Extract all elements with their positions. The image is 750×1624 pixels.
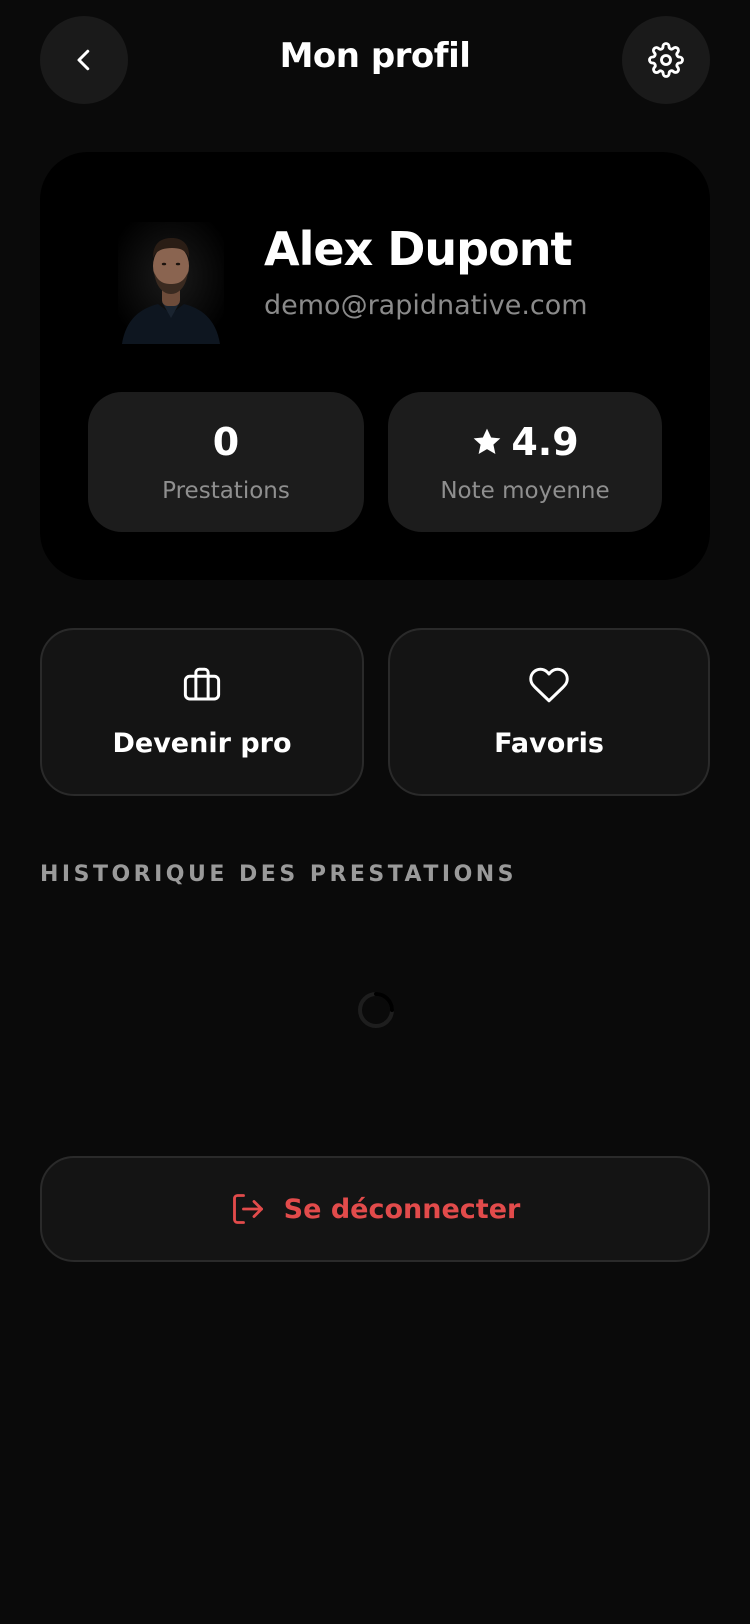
become-pro-label: Devenir pro [112,728,292,759]
favorites-button[interactable]: Favoris [388,628,710,796]
history-section-title: HISTORIQUE DES PRESTATIONS [40,862,518,887]
loading-spinner [358,992,394,1028]
stat-rating-label: Note moyenne [440,478,610,504]
profile-screen: Mon profil Alex Dupont demo@rapidnative.… [0,0,750,1624]
logout-label: Se déconnecter [283,1193,521,1225]
heart-icon [529,667,569,703]
settings-button[interactable] [622,16,710,104]
stat-prestations-value: 0 [212,420,240,464]
stat-prestations: 0 Prestations [88,392,364,532]
stat-rating: 4.9 Note moyenne [388,392,662,532]
logout-icon [232,1194,263,1224]
star-icon [473,428,501,454]
stat-prestations-label: Prestations [162,478,290,504]
favorites-label: Favoris [494,728,604,759]
header: Mon profil [0,0,750,124]
stat-rating-value: 4.9 [388,420,662,464]
user-email: demo@rapidnative.com [264,290,588,321]
logout-button[interactable]: Se déconnecter [40,1156,710,1262]
user-name: Alex Dupont [264,222,572,276]
become-pro-button[interactable]: Devenir pro [40,628,364,796]
profile-card: Alex Dupont demo@rapidnative.com 0 Prest… [40,152,710,580]
gear-icon [648,42,684,78]
briefcase-icon [183,667,221,701]
avatar[interactable] [118,222,224,344]
